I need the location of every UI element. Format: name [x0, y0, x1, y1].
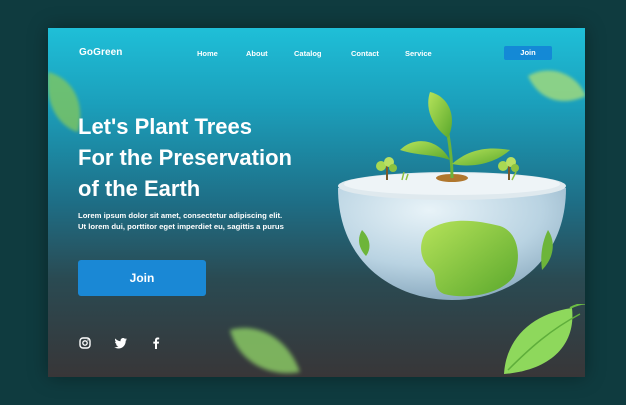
leaf-decoration-bottom-right [504, 304, 585, 374]
top-navigation: GoGreen Home About Catalog Contact Servi… [48, 28, 585, 78]
hero-headline: Let's Plant Trees For the Preservation o… [78, 111, 348, 204]
nav-link-contact[interactable]: Contact [351, 49, 379, 58]
landing-page: GoGreen Home About Catalog Contact Servi… [48, 28, 585, 377]
instagram-icon[interactable] [78, 336, 92, 350]
earth-plant-illustration [338, 92, 566, 300]
logo[interactable]: GoGreen [79, 47, 123, 58]
nav-link-service[interactable]: Service [405, 49, 432, 58]
description-line: Ut lorem dui, porttitor eget imperdiet e… [78, 222, 284, 231]
nav-join-button[interactable]: Join [504, 46, 552, 60]
hero-join-button[interactable]: Join [78, 260, 206, 296]
description-line: Lorem ipsum dolor sit amet, consectetur … [78, 211, 283, 220]
leaf-decoration-bottom-middle [230, 327, 300, 374]
nav-link-home[interactable]: Home [197, 49, 218, 58]
facebook-icon[interactable] [149, 336, 163, 350]
headline-line: For the Preservation [78, 145, 292, 170]
headline-line: Let's Plant Trees [78, 114, 252, 139]
nav-link-catalog[interactable]: Catalog [294, 49, 322, 58]
hero-description: Lorem ipsum dolor sit amet, consectetur … [78, 210, 328, 232]
twitter-icon[interactable] [114, 336, 128, 350]
headline-line: of the Earth [78, 176, 201, 201]
nav-link-about[interactable]: About [246, 49, 268, 58]
